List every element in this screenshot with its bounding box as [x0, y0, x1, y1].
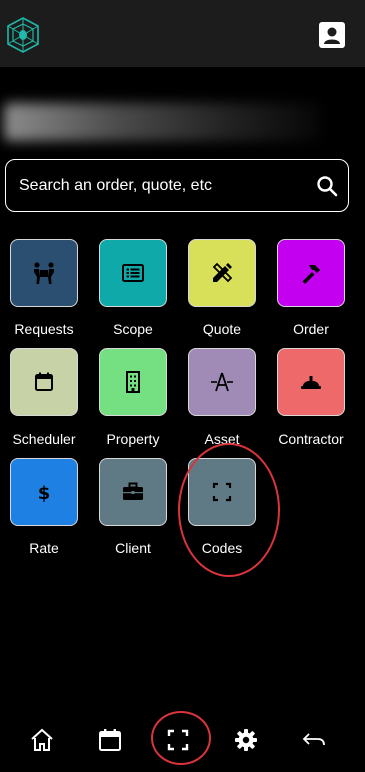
top-bar	[0, 0, 365, 67]
codes-button[interactable]	[188, 458, 256, 526]
requests-label: Requests	[14, 321, 74, 337]
search-input[interactable]: Search an order, quote, etc	[5, 159, 349, 212]
requests-button[interactable]	[10, 239, 78, 307]
scan-icon	[212, 482, 232, 502]
client-button[interactable]	[99, 458, 167, 526]
scope-label: Scope	[113, 321, 153, 337]
svg-text:$: $	[38, 483, 51, 504]
rate-label: Rate	[29, 540, 59, 556]
contractor-button[interactable]	[277, 348, 345, 416]
pencil-ruler-icon	[212, 262, 233, 283]
dollar-icon: $	[38, 483, 51, 504]
scan-icon[interactable]	[165, 727, 191, 753]
people-carry-icon	[34, 262, 54, 284]
asset-icon	[211, 372, 233, 392]
gear-icon[interactable]	[233, 727, 259, 753]
scope-button[interactable]	[99, 239, 167, 307]
quote-button[interactable]	[188, 239, 256, 307]
back-arrow-icon[interactable]	[301, 727, 327, 753]
asset-button[interactable]	[188, 348, 256, 416]
building-icon	[126, 371, 140, 393]
spider-web-logo[interactable]	[6, 16, 40, 54]
contractor-label: Contractor	[278, 431, 344, 447]
order-label: Order	[293, 321, 329, 337]
rate-button[interactable]: $	[10, 458, 78, 526]
quote-label: Quote	[202, 321, 242, 337]
scheduler-button[interactable]	[10, 348, 78, 416]
search-icon[interactable]	[316, 175, 338, 197]
codes-label: Codes	[201, 540, 243, 556]
hammer-icon	[302, 265, 320, 284]
property-button[interactable]	[99, 348, 167, 416]
property-label: Property	[106, 431, 160, 447]
blurred-user-name	[4, 103, 320, 141]
briefcase-icon	[123, 482, 143, 500]
calendar-icon	[35, 372, 53, 391]
order-button[interactable]	[277, 239, 345, 307]
contact-card-icon[interactable]	[318, 21, 346, 49]
list-icon	[122, 264, 144, 282]
home-icon[interactable]	[29, 727, 55, 753]
asset-label: Asset	[204, 431, 240, 447]
client-label: Client	[115, 540, 151, 556]
search-placeholder: Search an order, quote, etc	[19, 177, 213, 194]
scheduler-label: Scheduler	[12, 431, 76, 447]
hard-hat-icon	[301, 376, 321, 389]
calendar-icon[interactable]	[97, 727, 123, 753]
